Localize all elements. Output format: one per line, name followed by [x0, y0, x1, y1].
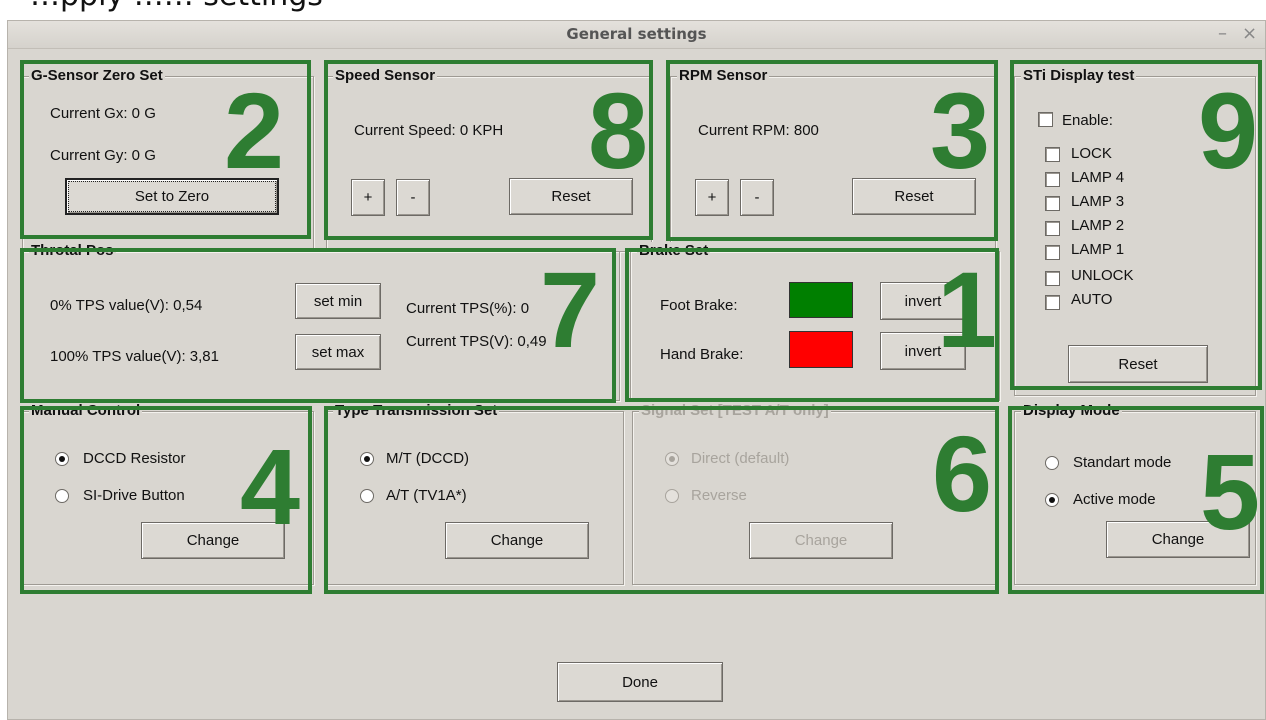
- tps-0-readout: 0% TPS value(V): 0,54: [50, 297, 203, 314]
- background-heading: …pply …… settings: [30, 0, 323, 13]
- auto-label: AUTO: [1071, 291, 1113, 308]
- foot-brake-label: Foot Brake:: [660, 297, 738, 314]
- current-speed-readout: Current Speed: 0 KPH: [354, 122, 504, 139]
- sti-display-test-group: STi Display test Enable: LOCK LAMP 4 LAM…: [1014, 67, 1256, 396]
- rpm-reset-button[interactable]: Reset: [852, 178, 976, 215]
- minimize-icon[interactable]: –: [1218, 23, 1227, 44]
- active-mode-radio[interactable]: [1045, 493, 1059, 507]
- direct-signal-radio[interactable]: [665, 452, 679, 466]
- gy-readout: Current Gy: 0 G: [50, 147, 156, 164]
- standart-mode-label: Standart mode: [1073, 454, 1172, 471]
- lamp-lock-checkbox[interactable]: [1045, 147, 1060, 162]
- lamp-1-checkbox[interactable]: [1045, 245, 1060, 260]
- brake-set-title: Brake Set: [637, 242, 711, 259]
- speed-plus-button[interactable]: +: [351, 179, 385, 216]
- transmission-title: Type Transmission Set: [333, 402, 500, 419]
- current-rpm-readout: Current RPM: 800: [698, 122, 819, 139]
- rpm-sensor-group: RPM Sensor Current RPM: 800 + - Reset: [670, 67, 996, 252]
- speed-reset-button[interactable]: Reset: [509, 178, 633, 215]
- hand-brake-indicator: [789, 331, 853, 368]
- signal-set-title: Signal Set [TEST A/T only]: [639, 402, 831, 419]
- unlock-checkbox[interactable]: [1045, 271, 1060, 286]
- hand-brake-label: Hand Brake:: [660, 346, 744, 363]
- gsensor-group: G-Sensor Zero Set Current Gx: 0 G Curren…: [22, 67, 314, 252]
- set-to-zero-button[interactable]: Set to Zero: [65, 178, 279, 215]
- signal-change-button[interactable]: Change: [749, 522, 893, 559]
- lamp-4-checkbox[interactable]: [1045, 172, 1060, 187]
- settings-window: General settings – × G-Sensor Zero Set C…: [7, 20, 1266, 720]
- display-mode-group: Display Mode Standart mode Active mode C…: [1014, 402, 1256, 585]
- lamp-2-label: LAMP 2: [1071, 217, 1125, 234]
- reverse-signal-radio[interactable]: [665, 489, 679, 503]
- dccd-resistor-label: DCCD Resistor: [83, 450, 186, 467]
- current-tps-percent-readout: Current TPS(%): 0: [406, 300, 530, 317]
- speed-minus-button[interactable]: -: [396, 179, 430, 216]
- done-button[interactable]: Done: [557, 662, 723, 702]
- current-tps-volt-readout: Current TPS(V): 0,49: [406, 333, 547, 350]
- lamp-lock-label: LOCK: [1071, 145, 1112, 162]
- auto-checkbox[interactable]: [1045, 295, 1060, 310]
- display-change-button[interactable]: Change: [1106, 521, 1250, 558]
- title-bar: General settings – ×: [8, 21, 1265, 49]
- si-drive-button-label: SI-Drive Button: [83, 487, 185, 504]
- lamp-3-label: LAMP 3: [1071, 193, 1125, 210]
- rpm-sensor-title: RPM Sensor: [677, 67, 770, 84]
- close-icon[interactable]: ×: [1242, 23, 1257, 44]
- speed-sensor-group: Speed Sensor Current Speed: 0 KPH + - Re…: [326, 67, 652, 252]
- manual-transmission-label: M/T (DCCD): [386, 450, 470, 467]
- si-drive-button-radio[interactable]: [55, 489, 69, 503]
- lamp-3-checkbox[interactable]: [1045, 196, 1060, 211]
- manual-control-title: Manual Control: [29, 402, 143, 419]
- throttle-position-title: Throtal Pos: [29, 242, 116, 259]
- unlock-label: UNLOCK: [1071, 267, 1134, 284]
- lamp-1-label: LAMP 1: [1071, 241, 1125, 258]
- tps-100-readout: 100% TPS value(V): 3,81: [50, 348, 219, 365]
- display-mode-title: Display Mode: [1021, 402, 1122, 419]
- lamp-4-label: LAMP 4: [1071, 169, 1125, 186]
- manual-control-group: Manual Control DCCD Resistor SI-Drive Bu…: [22, 402, 314, 585]
- dccd-resistor-radio[interactable]: [55, 452, 69, 466]
- gx-readout: Current Gx: 0 G: [50, 105, 156, 122]
- sti-reset-button[interactable]: Reset: [1068, 345, 1208, 383]
- rpm-plus-button[interactable]: +: [695, 179, 729, 216]
- speed-sensor-title: Speed Sensor: [333, 67, 438, 84]
- transmission-change-button[interactable]: Change: [445, 522, 589, 559]
- gsensor-title: G-Sensor Zero Set: [29, 67, 165, 84]
- manual-transmission-radio[interactable]: [360, 452, 374, 466]
- brake-set-group: Brake Set Foot Brake: invert Hand Brake:…: [630, 242, 1000, 401]
- foot-brake-indicator: [789, 282, 853, 318]
- sti-display-test-title: STi Display test: [1021, 67, 1137, 84]
- standart-mode-radio[interactable]: [1045, 456, 1059, 470]
- set-max-button[interactable]: set max: [295, 334, 381, 370]
- transmission-group: Type Transmission Set M/T (DCCD) A/T (TV…: [326, 402, 624, 585]
- automatic-transmission-radio[interactable]: [360, 489, 374, 503]
- rpm-minus-button[interactable]: -: [740, 179, 774, 216]
- direct-signal-label: Direct (default): [691, 450, 790, 467]
- set-min-button[interactable]: set min: [295, 283, 381, 319]
- window-title: General settings: [566, 25, 707, 43]
- reverse-signal-label: Reverse: [691, 487, 747, 504]
- throttle-position-group: Throtal Pos 0% TPS value(V): 0,54 100% T…: [22, 242, 620, 401]
- active-mode-label: Active mode: [1073, 491, 1156, 508]
- lamp-2-checkbox[interactable]: [1045, 221, 1060, 236]
- automatic-transmission-label: A/T (TV1A*): [386, 487, 467, 504]
- manual-change-button[interactable]: Change: [141, 522, 285, 559]
- signal-set-group: Signal Set [TEST A/T only] Direct (defau…: [632, 402, 998, 585]
- hand-brake-invert-button[interactable]: invert: [880, 332, 966, 370]
- enable-checkbox[interactable]: [1038, 112, 1053, 127]
- foot-brake-invert-button[interactable]: invert: [880, 282, 966, 320]
- enable-label: Enable:: [1062, 112, 1113, 129]
